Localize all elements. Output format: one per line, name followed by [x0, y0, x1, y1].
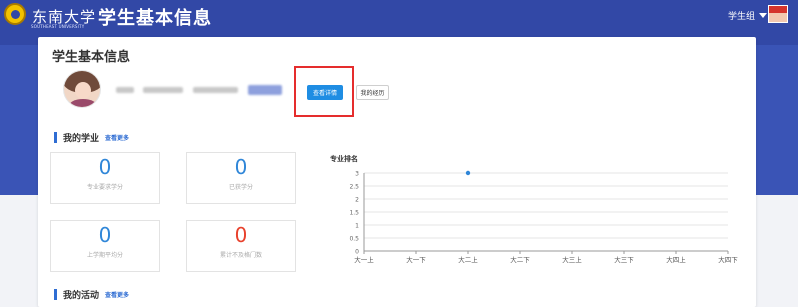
my-resume-button[interactable]: 我的经历 — [356, 85, 389, 100]
stat-earned-credits: 0 已获学分 — [186, 152, 296, 204]
stat-label: 累计不及格门数 — [219, 252, 262, 259]
x-tick-label: 大三下 — [614, 255, 634, 264]
x-tick-label: 大一上 — [354, 255, 374, 264]
academics-more-link[interactable]: 查看更多 — [105, 133, 129, 142]
y-tick-label: 0.5 — [349, 236, 359, 243]
profile-avatar — [63, 70, 101, 108]
x-tick-label: 大四上 — [666, 255, 686, 264]
blurred-name — [116, 87, 134, 93]
stat-value: 0 — [98, 155, 112, 179]
user-menu-label: 学生组 — [728, 12, 756, 22]
school-subtitle: SOUTHEAST UNIVERSITY — [31, 24, 85, 29]
stat-label: 已获学分 — [228, 184, 253, 191]
y-tick-label: 3 — [355, 171, 359, 178]
stat-last-term-average: 0 上学期平均分 — [50, 220, 160, 272]
student-info-card: 学生基本信息 查看详情 我的经历 我的学业 查看更多 0 专业要求学分 0 已获… — [38, 37, 756, 307]
activities-title: 我的活动 — [63, 291, 100, 301]
academics-section-header: 我的学业 查看更多 — [54, 131, 129, 144]
activities-more-link[interactable]: 查看更多 — [105, 290, 129, 299]
y-tick-label: 0 — [355, 249, 359, 256]
user-menu[interactable]: 学生组 — [728, 9, 768, 22]
stat-value: 0 — [234, 223, 248, 247]
x-tick-label: 大三上 — [562, 255, 582, 264]
stat-label: 专业要求学分 — [86, 184, 123, 191]
view-details-button[interactable]: 查看详情 — [307, 85, 343, 100]
y-tick-label: 1 — [355, 223, 359, 230]
x-tick-label: 大二下 — [510, 255, 530, 264]
stat-value: 0 — [98, 223, 112, 247]
x-tick-label: 大四下 — [718, 255, 738, 264]
activities-section-header: 我的活动 查看更多 — [54, 288, 129, 301]
chevron-down-icon — [759, 13, 768, 18]
blurred-tag — [248, 85, 282, 95]
stat-value: 0 — [234, 155, 248, 179]
stat-required-credits: 0 专业要求学分 — [50, 152, 160, 204]
major-ranking-chart: 0 0.5 1 1.5 2 2.5 3 大一上 大一下 大二上 大二下 大三上 大三下 大四上 大四下 — [349, 170, 738, 265]
x-tick-label: 大一下 — [406, 255, 426, 264]
y-tick-label: 2.5 — [349, 184, 359, 191]
stat-failed-courses: 0 累计不及格门数 — [186, 220, 296, 272]
card-title: 学生基本信息 — [52, 50, 131, 65]
blurred-info — [193, 87, 238, 93]
x-tick-label: 大二上 — [458, 255, 478, 264]
y-tick-label: 1.5 — [349, 210, 359, 217]
stat-label: 上学期平均分 — [86, 252, 123, 259]
academics-title: 我的学业 — [63, 134, 100, 144]
y-tick-label: 2 — [355, 197, 359, 204]
user-avatar[interactable] — [768, 5, 788, 23]
app-title: 学生基本信息 — [98, 8, 212, 29]
chart-title: 专业排名 — [330, 155, 358, 163]
blurred-info — [143, 87, 183, 93]
data-point — [465, 170, 471, 176]
university-logo-icon — [4, 3, 26, 25]
